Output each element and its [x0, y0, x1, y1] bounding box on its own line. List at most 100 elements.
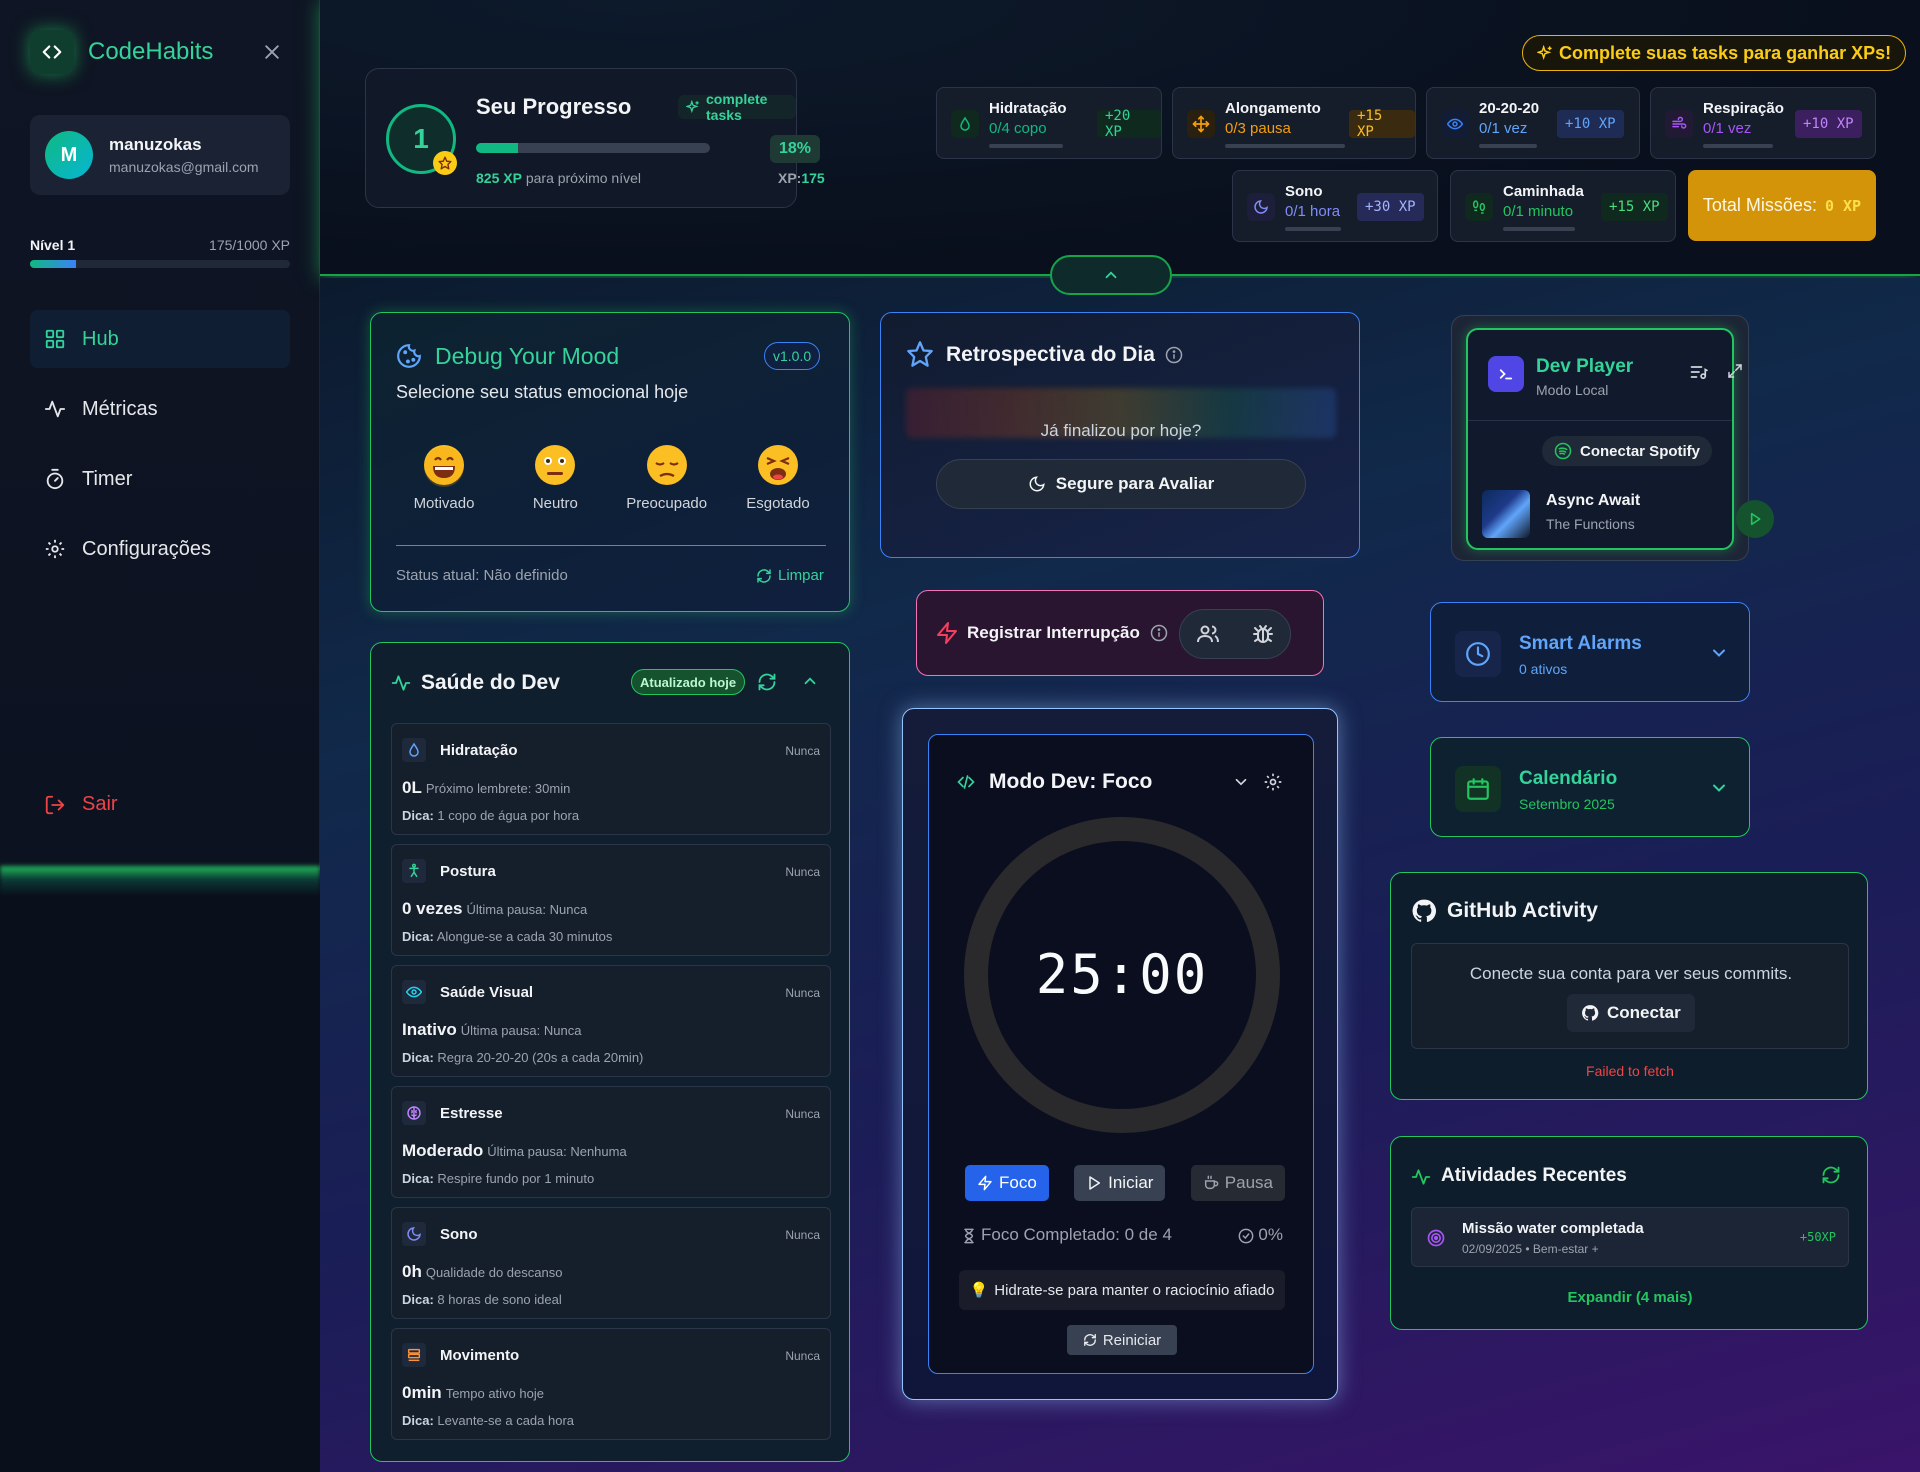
mission-title: Hidratação	[989, 100, 1067, 117]
grin-emoji-icon	[422, 443, 466, 487]
hourglass-icon	[961, 1228, 977, 1244]
start-button[interactable]: Iniciar	[1074, 1165, 1166, 1201]
total-missions-label: Total Missões:	[1702, 195, 1817, 215]
pause-button[interactable]: Pausa	[1190, 1165, 1285, 1201]
accessibility-icon	[402, 859, 426, 883]
avatar: M	[45, 131, 93, 179]
cta-pill[interactable]: Complete suas tasks para ganhar XPs!	[1522, 35, 1907, 71]
mission-respiracao[interactable]: Respiração 0/1 vez +10 XP	[1650, 87, 1876, 159]
updated-badge: Atualizado hoje	[631, 669, 746, 695]
mood-option-label: Esgotado	[746, 495, 810, 512]
health-item-last: Nunca	[785, 1107, 820, 1121]
health-item-sono[interactable]: Sono Nunca 0h Qualidade do descanso Dica:…	[391, 1207, 831, 1319]
mood-option-esgotado[interactable]: Esgotado	[730, 443, 826, 512]
wind-icon	[1665, 110, 1693, 138]
health-item-estresse[interactable]: Estresse Nunca Moderado Última pausa: Nen…	[391, 1086, 831, 1198]
calendar-card[interactable]: Calendário Setembro 2025	[1430, 737, 1750, 837]
refresh-icon	[756, 568, 772, 584]
users-icon[interactable]	[1196, 622, 1220, 646]
mission-20-20-20[interactable]: 20-20-20 0/1 vez +10 XP	[1426, 87, 1640, 159]
tip-label: Dica:	[402, 1292, 434, 1307]
github-connect-button[interactable]: Conectar	[1567, 994, 1695, 1032]
focus-completed: Foco Completado: 0 de 4	[961, 1225, 1172, 1245]
mood-option-preocupado[interactable]: Preocupado	[619, 443, 715, 512]
mission-caminhada[interactable]: Caminhada 0/1 minuto +15 XP	[1450, 170, 1676, 242]
health-value: 0h	[402, 1262, 422, 1281]
level-progress-bar	[30, 260, 290, 268]
refresh-icon[interactable]	[757, 672, 777, 692]
connect-spotify-label: Conectar Spotify	[1580, 442, 1701, 460]
chevron-down-icon[interactable]	[1709, 778, 1729, 798]
mission-bar	[989, 144, 1063, 148]
bug-icon[interactable]	[1251, 622, 1275, 646]
health-item-last: Nunca	[785, 744, 820, 758]
complete-tasks-label: complete tasks	[706, 91, 768, 123]
recent-activity-title: Atividades Recentes	[1441, 1165, 1627, 1186]
start-label: Iniciar	[1108, 1173, 1154, 1192]
health-item-movimento[interactable]: Movimento Nunca 0min Tempo ativo hoje Dic…	[391, 1328, 831, 1440]
sidebar-item-timer[interactable]: Timer	[30, 450, 290, 508]
interrupt-label: Registrar Interrupção	[967, 623, 1168, 643]
health-item-name: Postura	[440, 863, 496, 880]
chevron-down-icon[interactable]	[1232, 773, 1250, 791]
main-area: 1 Seu Progresso complete tasks 18% 825 X…	[320, 0, 1920, 1472]
mission-title: Respiração	[1703, 100, 1784, 117]
github-card: GitHub Activity Conecte sua conta para v…	[1390, 872, 1868, 1100]
hold-to-rate-button[interactable]: Segure para Avaliar	[936, 459, 1306, 509]
smart-alarms-card[interactable]: Smart Alarms 0 ativos	[1430, 602, 1750, 702]
focus-timer-card: Modo Dev: Foco 25:00 Foco Iniciar Pausa	[902, 708, 1338, 1400]
progress-title: Seu Progresso	[476, 94, 632, 119]
expand-icon[interactable]	[1726, 362, 1744, 380]
health-item-saude-visual[interactable]: Saúde Visual Nunca Inativo Última pausa: …	[391, 965, 831, 1077]
focus-mode-button[interactable]: Foco	[965, 1165, 1049, 1201]
mood-status: Status atual: Não definido	[396, 567, 568, 584]
connect-spotify-button[interactable]: Conectar Spotify	[1542, 436, 1713, 466]
mission-sono[interactable]: Sono 0/1 hora +30 XP	[1232, 170, 1438, 242]
info-icon[interactable]	[1150, 624, 1168, 642]
sidebar-item-metricas[interactable]: Métricas	[30, 380, 290, 438]
mission-alongamento[interactable]: Alongamento 0/3 pausa +15 XP	[1172, 87, 1416, 159]
mood-subtitle: Selecione seu status emocional hoje	[396, 382, 689, 402]
mood-option-motivado[interactable]: Motivado	[396, 443, 492, 512]
mood-option-label: Neutro	[532, 495, 578, 512]
mission-xp: +15 XP	[1349, 108, 1415, 140]
mission-hidratacao[interactable]: Hidratação 0/4 copo +20 XP	[936, 87, 1162, 159]
gear-icon[interactable]	[1263, 772, 1283, 792]
progress-percent: 18%	[770, 135, 820, 163]
moon-icon	[1028, 475, 1046, 493]
health-card: Saúde do Dev Atualizado hoje Hidratação …	[370, 642, 850, 1462]
play-button[interactable]	[1736, 500, 1774, 538]
chevron-up-icon[interactable]	[801, 672, 819, 690]
health-item-value: Moderado Última pausa: Nenhuma	[402, 1141, 627, 1161]
health-item-postura[interactable]: Postura Nunca 0 vezes Última pausa: Nunca…	[391, 844, 831, 956]
sidebar-item-configuracoes[interactable]: Configurações	[30, 520, 290, 578]
player-mode: Modo Local	[1536, 382, 1609, 398]
health-value: 0min	[402, 1383, 442, 1402]
close-icon[interactable]	[262, 42, 282, 62]
clear-mood-button[interactable]: Limpar	[756, 567, 824, 584]
worried-emoji-icon	[645, 443, 689, 487]
timer-icon	[44, 468, 66, 490]
sidebar-panel: CodeHabits M manuzokas manuzokas@gmail.c…	[0, 0, 320, 870]
refresh-icon[interactable]	[1821, 1165, 1841, 1185]
refresh-icon	[1083, 1333, 1097, 1347]
github-title: GitHub Activity	[1447, 899, 1598, 922]
logout-button[interactable]: Sair	[44, 793, 118, 816]
reset-button[interactable]: Reiniciar	[1067, 1325, 1177, 1355]
mood-option-neutro[interactable]: Neutro	[507, 443, 603, 512]
mission-xp: +10 XP	[1795, 110, 1862, 138]
chevron-down-icon[interactable]	[1709, 643, 1729, 663]
health-item-hidratacao[interactable]: Hidratação Nunca 0L Próximo lembrete: 30m…	[391, 723, 831, 835]
tip-label: Dica:	[402, 929, 434, 944]
collapse-top-button[interactable]	[1050, 255, 1172, 295]
interrupt-type-buttons	[1179, 609, 1291, 659]
sidebar-item-hub[interactable]: Hub	[30, 310, 290, 368]
activity-item[interactable]: Missão water completada 02/09/2025 • Bem…	[1411, 1207, 1849, 1267]
version-badge: v1.0.0	[764, 342, 821, 370]
reset-label: Reiniciar	[1102, 1331, 1162, 1349]
info-icon[interactable]	[1165, 346, 1183, 364]
user-card[interactable]: M manuzokas manuzokas@gmail.com	[30, 115, 290, 195]
calendar-month: Setembro 2025	[1519, 796, 1615, 812]
expand-activity-link[interactable]: Expandir (4 mais)	[1391, 1289, 1869, 1306]
playlist-icon[interactable]	[1689, 362, 1709, 382]
